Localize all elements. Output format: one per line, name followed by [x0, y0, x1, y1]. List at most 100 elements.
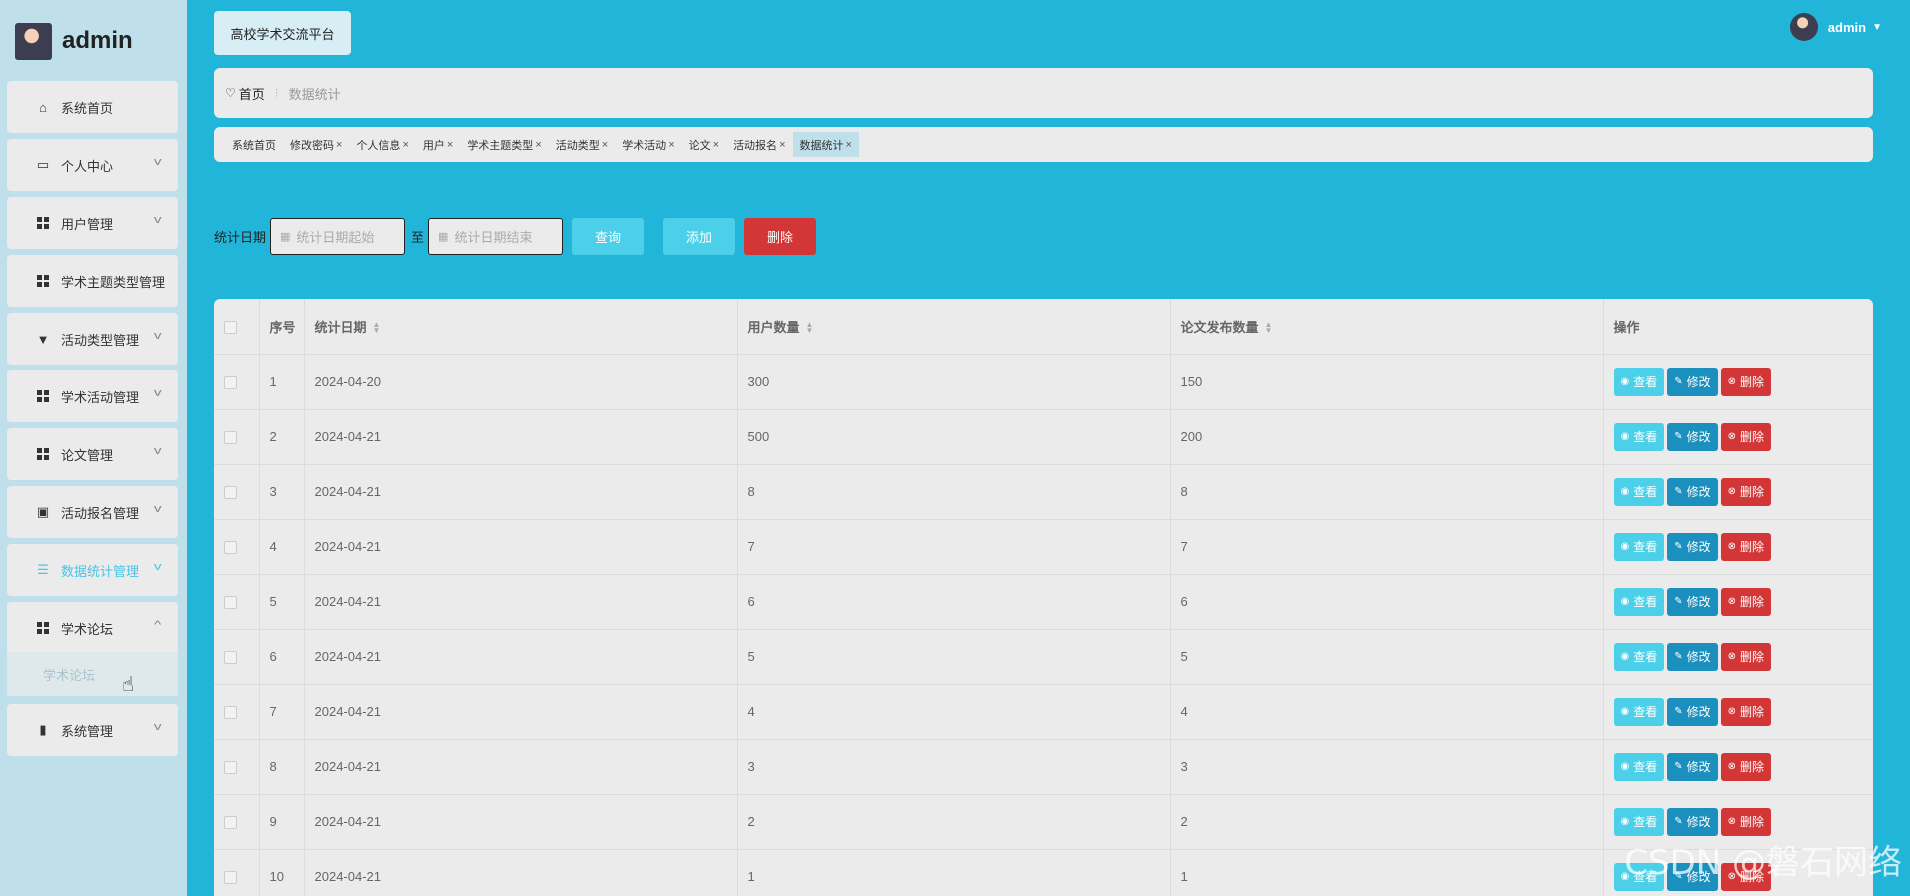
platform-title-button[interactable]: 高校学术交流平台 [214, 11, 351, 55]
row-checkbox[interactable] [224, 871, 237, 885]
close-icon[interactable]: × [713, 139, 719, 151]
tab-tag[interactable]: 论文 × [682, 132, 726, 157]
edit-button[interactable]: ✎ 修改 [1667, 697, 1718, 726]
edit-button[interactable]: ✎ 修改 [1667, 422, 1718, 451]
tab-tag[interactable]: 数据统计 × [792, 132, 859, 157]
edit-button[interactable]: ✎ 修改 [1667, 642, 1718, 671]
row-checkbox[interactable] [224, 761, 237, 775]
row-delete-button[interactable]: ⊗ 删除 [1720, 477, 1772, 506]
row-delete-button[interactable]: ⊗ 删除 [1720, 807, 1772, 836]
tab-tag[interactable]: 活动报名 × [726, 132, 792, 157]
tab-tag[interactable]: 学术主题类型 × [460, 132, 548, 157]
edit-button[interactable]: ✎ 修改 [1667, 807, 1718, 836]
row-checkbox[interactable] [224, 596, 237, 610]
row-delete-button[interactable]: ⊗ 删除 [1720, 642, 1772, 671]
sidebar-item[interactable]: 学术论坛 ^ [7, 602, 178, 654]
view-button[interactable]: ◉ 查看 [1613, 477, 1665, 506]
view-button[interactable]: ◉ 查看 [1613, 422, 1665, 451]
view-button[interactable]: ◉ 查看 [1613, 642, 1665, 671]
col-header-users[interactable]: 用户数量 ▲ ▼ [736, 299, 1171, 355]
sidebar-item[interactable]: 论文管理 v [7, 428, 178, 480]
sidebar-item[interactable]: 用户管理 v [7, 197, 178, 249]
view-button[interactable]: ◉ 查看 [1613, 367, 1665, 396]
close-icon[interactable]: × [668, 139, 674, 151]
sidebar-item[interactable]: 学术主题类型管理 [7, 255, 178, 307]
tab-tag[interactable]: 用户 × [416, 132, 460, 157]
chevron-down-icon: v [153, 330, 162, 342]
col-header-papers[interactable]: 论文发布数量 ▲ ▼ [1169, 299, 1604, 355]
view-button[interactable]: ◉ 查看 [1613, 587, 1665, 616]
cell-no: 3 [258, 463, 305, 520]
sort-icon[interactable]: ▲ ▼ [806, 321, 814, 335]
sidebar-item[interactable]: ▣ 活动报名管理 v [7, 486, 178, 538]
date-start-input[interactable]: ▦ 统计日期起始 [270, 217, 406, 255]
delete-circle-icon: ⊗ [1727, 596, 1737, 607]
row-delete-button[interactable]: ⊗ 删除 [1720, 367, 1772, 396]
view-button[interactable]: ◉ 查看 [1613, 752, 1665, 781]
row-delete-button[interactable]: ⊗ 删除 [1720, 532, 1772, 561]
user-avatar [1789, 13, 1818, 41]
row-checkbox[interactable] [224, 651, 237, 665]
close-icon[interactable]: × [779, 139, 785, 151]
date-end-input[interactable]: ▦ 统计日期结束 [428, 217, 564, 255]
breadcrumb-home-label: 首页 [238, 86, 265, 102]
breadcrumb-home[interactable]: ♡ 首页 [225, 84, 265, 103]
close-icon[interactable]: × [447, 139, 453, 151]
close-icon[interactable]: × [846, 139, 852, 151]
close-icon[interactable]: × [402, 139, 408, 151]
row-checkbox[interactable] [224, 816, 237, 830]
tab-tag[interactable]: 修改密码 × [283, 132, 349, 157]
delete-button[interactable]: 删除 [744, 217, 817, 255]
row-checkbox[interactable] [224, 486, 237, 500]
sidebar-item[interactable]: ▼ 活动类型管理 v [7, 313, 178, 365]
tab-tag[interactable]: 系统首页 [225, 132, 283, 157]
row-delete-button[interactable]: ⊗ 删除 [1720, 697, 1772, 726]
tab-tag[interactable]: 个人信息 × [349, 132, 415, 157]
tab-tag[interactable]: 学术活动 × [615, 132, 681, 157]
row-delete-button[interactable]: ⊗ 删除 [1720, 752, 1772, 781]
row-checkbox[interactable] [224, 431, 237, 445]
delete-label: 删除 [1740, 375, 1765, 389]
edit-button[interactable]: ✎ 修改 [1667, 367, 1718, 396]
row-checkbox[interactable] [224, 541, 237, 555]
query-button[interactable]: 查询 [572, 217, 645, 255]
sidebar-item[interactable]: ▮ 系统管理 v [7, 704, 178, 756]
view-button[interactable]: ◉ 查看 [1613, 697, 1665, 726]
sort-icon[interactable]: ▲ ▼ [1265, 321, 1273, 335]
edit-button[interactable]: ✎ 修改 [1667, 752, 1718, 781]
close-icon[interactable]: × [602, 139, 608, 151]
delete-label: 删除 [1740, 485, 1765, 499]
tag-label: 学术活动 [622, 139, 667, 152]
sidebar-item[interactable]: ▭ 个人中心 v [7, 139, 178, 191]
eye-icon: ◉ [1620, 376, 1630, 387]
edit-button[interactable]: ✎ 修改 [1667, 587, 1718, 616]
cell-papers: 3 [1169, 738, 1604, 795]
view-button[interactable]: ◉ 查看 [1613, 807, 1665, 836]
edit-label: 修改 [1686, 650, 1711, 664]
row-checkbox[interactable] [224, 706, 237, 720]
select-all-checkbox[interactable] [224, 320, 237, 334]
tag-label: 论文 [688, 139, 711, 152]
edit-button[interactable]: ✎ 修改 [1667, 477, 1718, 506]
sidebar-subitem-forum[interactable]: 学术论坛 [7, 652, 178, 696]
sort-icon[interactable]: ▲ ▼ [373, 321, 381, 335]
col-header-date[interactable]: 统计日期 ▲ ▼ [303, 299, 738, 355]
view-label: 查看 [1633, 705, 1658, 719]
row-checkbox[interactable] [224, 376, 237, 390]
sidebar-item[interactable]: ⌂ 系统首页 [7, 81, 178, 133]
cell-users: 300 [736, 353, 1171, 410]
row-select-cell [214, 683, 260, 740]
edit-button[interactable]: ✎ 修改 [1667, 532, 1718, 561]
close-icon[interactable]: × [336, 139, 342, 151]
view-button[interactable]: ◉ 查看 [1613, 532, 1665, 561]
sidebar-item[interactable]: 学术活动管理 v [7, 370, 178, 422]
add-button[interactable]: 添加 [663, 217, 736, 255]
sidebar-item[interactable]: ☰ 数据统计管理 v [7, 544, 178, 596]
close-icon[interactable]: × [535, 139, 541, 151]
user-menu[interactable]: admin ▼ [1789, 13, 1882, 41]
row-delete-button[interactable]: ⊗ 删除 [1720, 587, 1772, 616]
tag-label: 数据统计 [799, 139, 844, 152]
eye-icon: ◉ [1620, 431, 1630, 442]
row-delete-button[interactable]: ⊗ 删除 [1720, 422, 1772, 451]
tab-tag[interactable]: 活动类型 × [549, 132, 615, 157]
